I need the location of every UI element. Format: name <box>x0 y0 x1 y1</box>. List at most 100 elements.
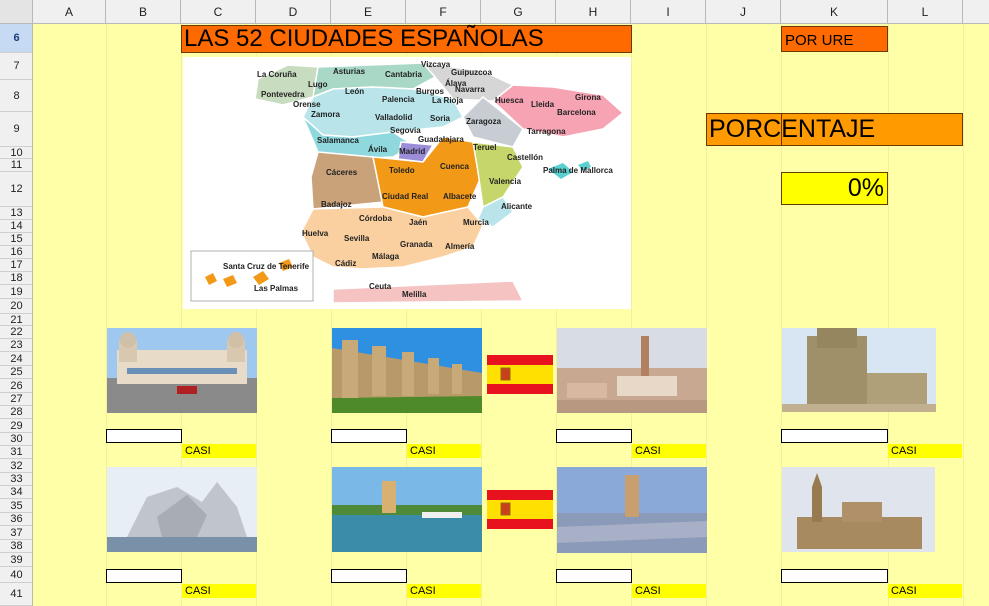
map-label: Guadalajara <box>418 135 464 144</box>
row-header-27[interactable]: 27 <box>0 393 32 406</box>
row-header-36[interactable]: 36 <box>0 513 32 526</box>
row-header-8[interactable]: 8 <box>0 80 32 112</box>
row-header-14[interactable]: 14 <box>0 220 32 233</box>
row-header-26[interactable]: 26 <box>0 379 32 393</box>
row-header-11[interactable]: 11 <box>0 159 32 172</box>
row-header-23[interactable]: 23 <box>0 339 32 352</box>
map-label: Murcia <box>463 218 489 227</box>
row-header-7[interactable]: 7 <box>0 53 32 80</box>
column-header-f[interactable]: F <box>406 0 481 24</box>
map-label: Salamanca <box>317 136 359 145</box>
row-header-18[interactable]: 18 <box>0 272 32 285</box>
casi-label-8: CASI <box>888 584 962 598</box>
city-photo-3-image <box>557 328 707 413</box>
row-header-21[interactable]: 21 <box>0 314 32 326</box>
map-label: Lleida <box>531 100 555 109</box>
answer-input-1[interactable] <box>106 429 182 443</box>
map-label: Vizcaya <box>421 60 451 69</box>
casi-label-2: CASI <box>407 444 481 458</box>
spain-flag-icon <box>487 355 553 394</box>
map-label: Burgos <box>416 87 445 96</box>
answer-input-3[interactable] <box>556 429 632 443</box>
row-header-9[interactable]: 9 <box>0 112 32 147</box>
city-photo-8-image <box>782 467 935 552</box>
row-header-24[interactable]: 24 <box>0 352 32 366</box>
column-header-j[interactable]: J <box>706 0 781 24</box>
answer-input-4[interactable] <box>781 429 888 443</box>
column-header-i[interactable]: I <box>631 0 706 24</box>
spain-flag-icon <box>487 490 553 529</box>
row-header-28[interactable]: 28 <box>0 406 32 419</box>
column-header-a[interactable]: A <box>33 0 106 24</box>
row-header-16[interactable]: 16 <box>0 246 32 259</box>
spain-map: La Coruña Lugo Pontevedra Orense Asturia… <box>183 57 631 309</box>
answer-input-7[interactable] <box>556 569 632 583</box>
row-header-35[interactable]: 35 <box>0 499 32 513</box>
column-header-b[interactable]: B <box>106 0 181 24</box>
por-ure-cell[interactable]: POR URE <box>781 26 888 52</box>
map-label: Castellón <box>507 153 543 162</box>
map-label: Huelva <box>302 229 329 238</box>
row-header-41[interactable]: 41 <box>0 583 32 606</box>
row-header-34[interactable]: 34 <box>0 486 32 499</box>
city-photo-4 <box>782 328 936 412</box>
city-photo-5-image <box>107 467 257 552</box>
map-label: Palma de Mallorca <box>543 166 613 175</box>
city-photo-1 <box>107 328 257 413</box>
city-photo-2-image <box>332 328 482 413</box>
row-header-12[interactable]: 12 <box>0 172 32 207</box>
row-header-33[interactable]: 33 <box>0 473 32 486</box>
row-header-25[interactable]: 25 <box>0 366 32 379</box>
column-header-c[interactable]: C <box>181 0 256 24</box>
column-header-h[interactable]: H <box>556 0 631 24</box>
map-label: Badajoz <box>321 200 352 209</box>
column-header-l[interactable]: L <box>888 0 963 24</box>
city-photo-3 <box>557 328 707 413</box>
column-header: A B C D E F G H I J K L <box>0 0 989 24</box>
title-cell[interactable]: LAS 52 CIUDADES ESPAÑOLAS <box>181 25 632 53</box>
row-header-19[interactable]: 19 <box>0 285 32 299</box>
column-header-g[interactable]: G <box>481 0 556 24</box>
map-label: La Coruña <box>257 70 297 79</box>
map-label: Albacete <box>443 192 477 201</box>
answer-input-5[interactable] <box>106 569 182 583</box>
row-header-22[interactable]: 22 <box>0 326 32 339</box>
map-label: Zaragoza <box>466 117 502 126</box>
city-photo-4-image <box>782 328 936 412</box>
answer-input-2[interactable] <box>331 429 407 443</box>
column-header-e[interactable]: E <box>331 0 406 24</box>
row-header-39[interactable]: 39 <box>0 553 32 567</box>
casi-label-5: CASI <box>182 584 256 598</box>
answer-input-8[interactable] <box>781 569 888 583</box>
select-all-corner[interactable] <box>0 0 33 24</box>
row-header-20[interactable]: 20 <box>0 299 32 314</box>
row-header-38[interactable]: 38 <box>0 540 32 553</box>
map-label: Palencia <box>382 95 415 104</box>
cell-divider <box>781 113 782 146</box>
map-label: Zamora <box>311 110 340 119</box>
row-header-32[interactable]: 32 <box>0 459 32 473</box>
row-header-37[interactable]: 37 <box>0 526 32 540</box>
column-header-k[interactable]: K <box>781 0 888 24</box>
map-label: Asturias <box>333 67 366 76</box>
answer-input-6[interactable] <box>331 569 407 583</box>
row-header-10[interactable]: 10 <box>0 147 32 159</box>
row-header-15[interactable]: 15 <box>0 233 32 246</box>
casi-label-4: CASI <box>888 444 962 458</box>
map-label: La Rioja <box>432 96 464 105</box>
row-header-31[interactable]: 31 <box>0 446 32 459</box>
percentage-value-cell[interactable]: 0% <box>781 172 888 205</box>
column-header-d[interactable]: D <box>256 0 331 24</box>
casi-label-3: CASI <box>632 444 706 458</box>
row-header-6[interactable]: 6 <box>0 24 32 53</box>
porcentaje-label-cell[interactable]: PORCENTAJE <box>706 113 963 146</box>
row-header-17[interactable]: 17 <box>0 259 32 272</box>
map-label: Teruel <box>473 143 496 152</box>
casi-label-1: CASI <box>182 444 256 458</box>
row-header-30[interactable]: 30 <box>0 433 32 446</box>
row-header-13[interactable]: 13 <box>0 207 32 220</box>
map-label: Toledo <box>389 166 415 175</box>
spain-map-graphic: La Coruña Lugo Pontevedra Orense Asturia… <box>183 57 631 309</box>
row-header-29[interactable]: 29 <box>0 419 32 433</box>
row-header-40[interactable]: 40 <box>0 567 32 583</box>
